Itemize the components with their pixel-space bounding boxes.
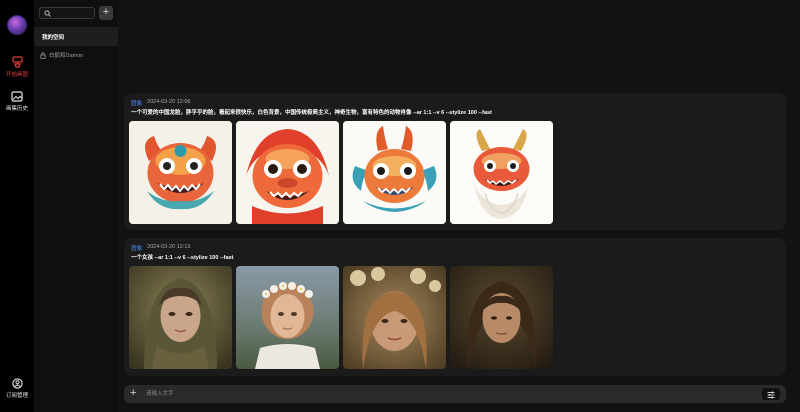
search-input[interactable] <box>39 7 95 19</box>
sidebar-item-my-space[interactable]: 我的空间 <box>34 27 118 46</box>
generated-image[interactable] <box>343 266 446 369</box>
generated-image[interactable] <box>129 121 232 224</box>
rail-item-subscription[interactable]: 订阅管理 <box>0 378 34 399</box>
prompt-text: 一个女孩 --ar 1:1 --v 6 --stylize 100 --fast <box>131 255 234 261</box>
generated-image[interactable] <box>236 121 339 224</box>
add-attachment-button[interactable]: + <box>130 387 136 399</box>
left-rail: 开始画图 画集历史 订阅管理 <box>0 0 34 412</box>
user-circle-icon <box>11 378 23 389</box>
generation-card: 图像 2024-03-20 12:06 一个可爱的中国龙脸，胖乎乎的脸，看起来很… <box>124 93 786 230</box>
gallery-icon <box>11 91 23 102</box>
type-badge: 图像 <box>131 246 143 252</box>
timestamp: 2024-03-20 12:13 <box>147 244 191 250</box>
timestamp: 2024-03-20 12:06 <box>147 99 191 105</box>
sidebar-item-user[interactable]: 白鹤和Damon <box>40 51 83 59</box>
generated-image[interactable] <box>450 121 553 224</box>
rail-item-label: 订阅管理 <box>5 393 28 399</box>
card-meta: 图像 2024-03-20 12:13 <box>131 244 190 252</box>
main-content: 图像 2024-03-20 12:06 一个可爱的中国龙脸，胖乎乎的脸，看起来很… <box>118 0 800 412</box>
settings-button[interactable] <box>762 388 780 400</box>
lock-icon <box>40 51 46 59</box>
prompt-text: 一个可爱的中国龙脸，胖乎乎的脸，看起来很快乐，白色背景，中国传统极简主义，神奇生… <box>131 110 492 116</box>
brush-icon <box>11 56 23 68</box>
rail-item-label: 画集历史 <box>5 106 28 112</box>
generated-image[interactable] <box>343 121 446 224</box>
prompt-bar: + <box>124 385 786 403</box>
type-badge: 图像 <box>131 101 143 107</box>
sidebar-item-label: 我的空间 <box>42 35 65 41</box>
generated-image[interactable] <box>129 266 232 369</box>
rail-item-draw[interactable]: 开始画图 <box>0 56 34 78</box>
sliders-icon <box>767 391 775 399</box>
add-space-button[interactable]: + <box>99 6 113 20</box>
avatar[interactable] <box>7 15 27 35</box>
sidebar: + 我的空间 白鹤和Damon <box>34 0 118 412</box>
prompt-input[interactable] <box>146 388 746 400</box>
rail-item-history[interactable]: 画集历史 <box>0 91 34 112</box>
generation-card: 图像 2024-03-20 12:13 一个女孩 --ar 1:1 --v 6 … <box>124 238 786 376</box>
generated-image[interactable] <box>450 266 553 369</box>
search-icon <box>44 10 51 17</box>
image-grid <box>129 266 553 369</box>
card-meta: 图像 2024-03-20 12:06 <box>131 99 190 107</box>
sidebar-item-label: 白鹤和Damon <box>49 53 84 59</box>
rail-item-label: 开始画图 <box>5 72 28 78</box>
image-grid <box>129 121 553 224</box>
generated-image[interactable] <box>236 266 339 369</box>
